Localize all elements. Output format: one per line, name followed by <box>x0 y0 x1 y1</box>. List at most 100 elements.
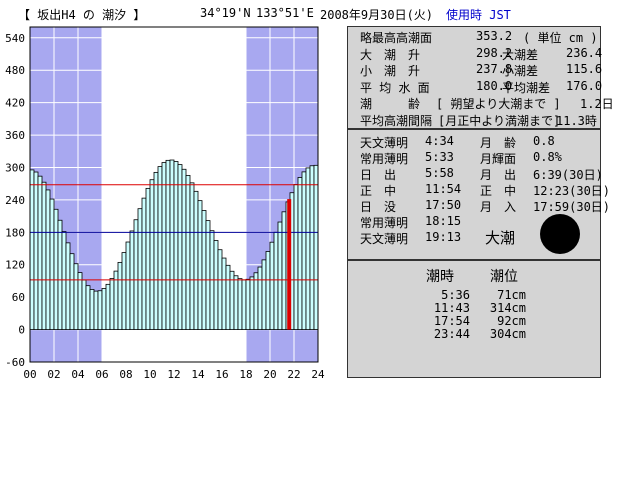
info-cell: 1.2日 <box>580 97 614 111</box>
tide-bar <box>205 220 211 330</box>
y-tick-label: 420 <box>5 97 25 110</box>
tide-bar <box>301 171 307 330</box>
tide-bar <box>41 181 47 330</box>
tide-bar <box>165 159 171 330</box>
astro-cell: 月 齢 <box>480 136 517 150</box>
tide-bar <box>33 171 39 330</box>
tide-event-level: 71cm <box>497 288 526 302</box>
tide-bar <box>189 182 195 330</box>
tide-bar <box>265 251 271 330</box>
tide-bar <box>73 263 79 330</box>
info-row: 潮 齢 [ 朔望より大潮まで ] 1.2日 <box>348 95 614 111</box>
tide-bar <box>237 278 243 330</box>
info-cell: 大潮差 <box>502 47 539 62</box>
y-tick-label: 480 <box>5 64 25 77</box>
astro-cell: 19:13 <box>425 230 462 244</box>
astro-cell: 5:58 <box>425 166 454 180</box>
tide-bar <box>45 189 51 330</box>
x-tick-label: 00 <box>23 368 36 381</box>
astro-cell: 日 没 <box>360 200 397 214</box>
tide-bar <box>257 266 263 330</box>
tide-bar <box>157 166 163 330</box>
astro-cell: 4:34 <box>425 134 454 148</box>
astro-cell: 18:15 <box>425 214 462 228</box>
astro-cell: 正 中 <box>480 184 517 198</box>
tide-bar <box>125 241 131 330</box>
info-cell: [月正中より満潮まで] <box>438 113 561 128</box>
astro-cell: 6:39(30日) <box>533 168 603 182</box>
tide-bar <box>89 289 95 330</box>
astro-row: 正 中 11:54 正 中 12:23(30日) <box>348 182 610 198</box>
tide-bar <box>109 278 115 330</box>
astro-row: 常用薄明 5:33 月輝面 0.8% <box>348 150 602 166</box>
tide-event-level: 314cm <box>489 301 526 315</box>
tide-event-time: 23:44 <box>433 327 470 341</box>
tide-bar <box>61 231 67 330</box>
info-cell: 潮 齢 <box>360 97 421 111</box>
info-cell: 平均高潮間隔 <box>360 113 433 128</box>
tide-bar <box>261 259 267 330</box>
x-tick-label: 02 <box>47 368 60 381</box>
tide-bar <box>53 208 59 330</box>
tide-bar <box>281 211 287 330</box>
info-cell: ( 単位 cm ) <box>523 31 598 45</box>
info-row: 大 潮 升 298.2 大潮差 236.4 <box>348 46 602 62</box>
tide-bar <box>241 279 247 330</box>
info-cell: 小 潮 升 <box>360 64 421 78</box>
tide-bar <box>65 242 71 330</box>
tide-bar <box>133 219 139 330</box>
info-cell: 平 均 水 面 <box>360 80 430 95</box>
astro-cell: 月 入 <box>480 200 517 214</box>
astro-cell: 常用薄明 <box>360 152 409 166</box>
tide-bar <box>277 221 283 330</box>
y-tick-label: 0 <box>18 324 25 337</box>
tide-bar <box>85 285 91 330</box>
x-tick-label: 14 <box>191 368 205 381</box>
tide-bar <box>141 197 147 330</box>
astro-row: 日 没 17:50 月 入 17:59(30日) <box>348 198 610 214</box>
tide-bar <box>101 288 107 330</box>
astro-cell: 月 出 <box>480 168 517 182</box>
y-tick-label: 60 <box>12 291 25 304</box>
astro-cell: 日 出 <box>360 168 397 182</box>
info-cell: 353.2 <box>476 29 513 43</box>
tide-bar <box>221 257 227 330</box>
x-tick-label: 20 <box>263 368 276 381</box>
astro-cell: 常用薄明 <box>360 216 409 230</box>
tide-bar <box>161 162 167 330</box>
info-cell: 大 潮 升 <box>360 47 421 62</box>
tide-bar <box>185 175 191 330</box>
astro-cell: 天文薄明 <box>360 232 409 246</box>
tide-bar <box>137 208 143 330</box>
x-tick-label: 16 <box>215 368 228 381</box>
tide-bar <box>153 171 159 330</box>
tide-bar <box>29 169 35 330</box>
tide-bar <box>177 164 183 330</box>
tide-bar <box>145 187 151 330</box>
y-tick-label: 120 <box>5 259 25 272</box>
y-tick-label: 240 <box>5 194 25 207</box>
tide-event-time: 17:54 <box>433 314 470 328</box>
info-cell: 略最高高潮面 <box>360 31 433 45</box>
info-row: 平均高潮間隔 [月正中より満潮まで] 11.3時 <box>348 112 602 128</box>
tide-bar <box>69 253 75 330</box>
tide-bar <box>97 290 103 330</box>
tide-bar <box>249 276 255 330</box>
tide-bar <box>297 177 303 330</box>
info-cell: 176.0 <box>566 78 603 93</box>
tide-bar <box>149 179 155 330</box>
tide-bar <box>81 279 87 330</box>
tide-bar <box>201 210 207 330</box>
info-row: 小 潮 升 237.8 小潮差 115.6 <box>348 62 603 78</box>
tide-bar <box>37 175 43 330</box>
info-cell: 115.6 <box>566 62 603 76</box>
tide-bar <box>273 231 279 330</box>
tide-events-panel: 潮時 潮位 5:36 71cm 11:43 314cm 17:54 92cm 23:44 304c… <box>347 260 601 378</box>
tide-column-header: 潮位 <box>490 269 518 285</box>
astro-cell: 0.8 <box>533 134 555 148</box>
tide-bar <box>245 278 251 330</box>
tide-bar <box>225 264 231 330</box>
astro-cell: 17:59(30日) <box>533 200 611 214</box>
tide-bar <box>49 198 55 330</box>
x-tick-label: 08 <box>119 368 132 381</box>
